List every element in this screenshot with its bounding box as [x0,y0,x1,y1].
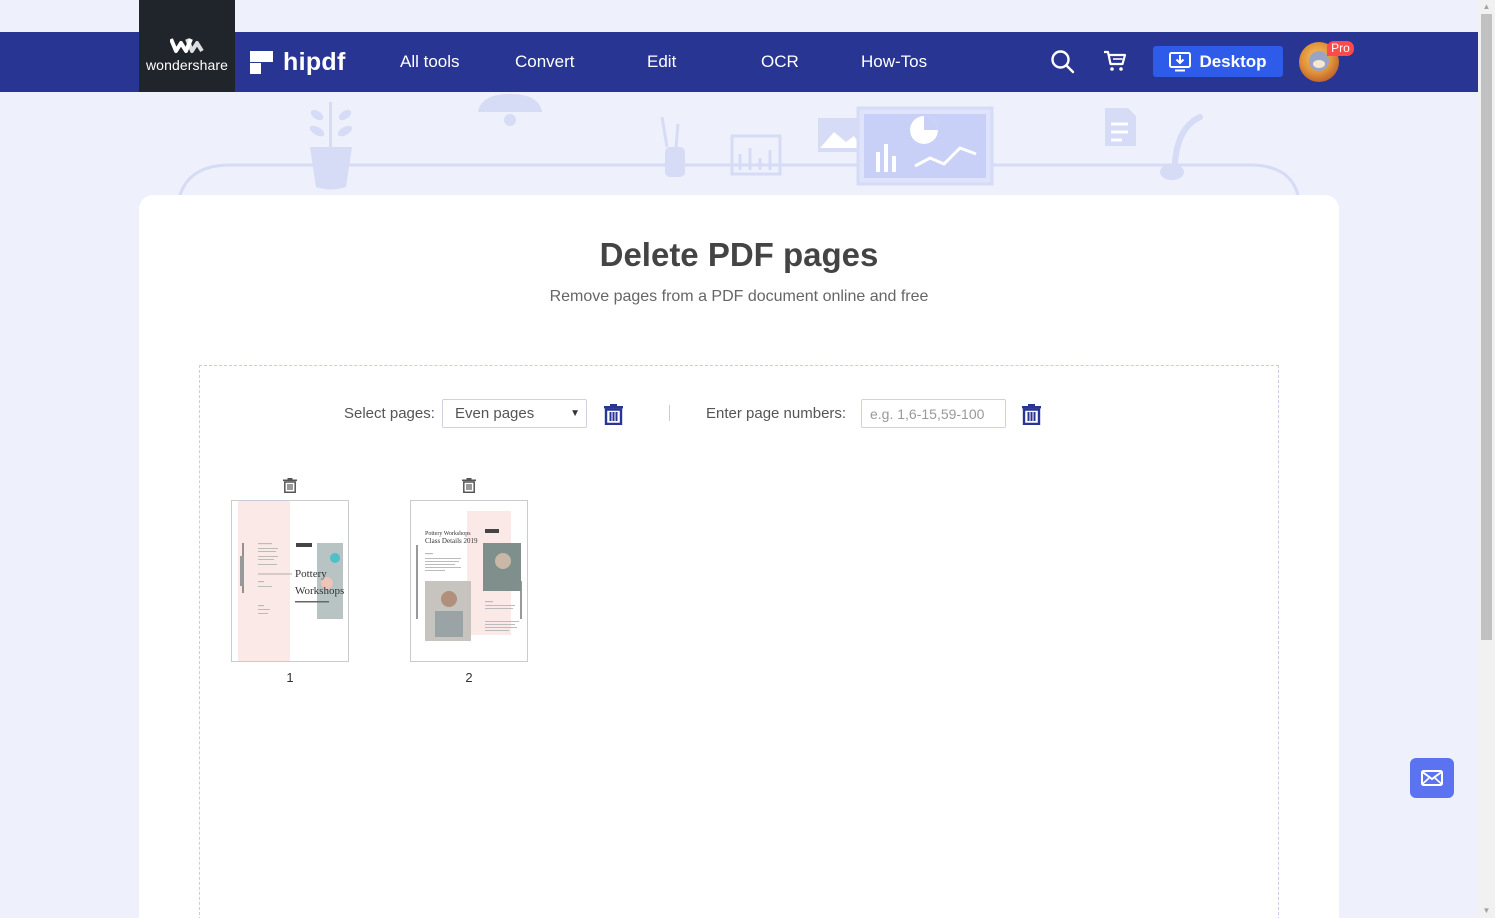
hipdf-logo-icon [250,50,273,74]
pro-badge: Pro [1327,41,1354,56]
nav-all-tools[interactable]: All tools [400,32,460,92]
chart-board-decoration [730,134,782,176]
page-title: Delete PDF pages [599,236,879,273]
search-icon[interactable] [1050,49,1075,74]
select-pages-label: Select pages: [344,405,435,422]
page-1-heading: Pottery [295,568,327,580]
delete-selected-pages-trash-icon[interactable] [604,404,623,425]
quill-decoration [1160,114,1203,180]
wondershare-logo[interactable]: wondershare [139,0,235,92]
scroll-up-arrow-icon[interactable]: ▲ [1481,2,1492,12]
nav-how-tos[interactable]: How-Tos [861,32,927,92]
page-numbers-input[interactable] [861,399,1006,428]
desktop-button-label: Desktop [1199,51,1267,71]
delete-numbered-pages-trash-icon[interactable] [1022,404,1041,425]
plant-decoration [309,102,353,190]
dashboard-decoration [856,106,994,186]
pdf-work-area [199,365,1279,918]
page-2-preview: Pottery Workshops Class Details 2019 [416,511,522,641]
page-thumbnail-2[interactable]: Pottery Workshops Class Details 2019 [410,500,528,662]
nav-convert[interactable]: Convert [515,32,575,92]
company-name: wondershare [145,57,229,73]
cart-icon[interactable] [1103,50,1127,72]
page-number-2: 2 [465,670,473,685]
svg-text:Workshops: Workshops [295,585,344,597]
lamp-decoration [478,94,542,112]
controls-divider [669,405,670,421]
delete-page-1-trash-icon[interactable] [283,478,297,493]
nav-edit[interactable]: Edit [647,32,676,92]
page-1-preview: Pottery Workshops [238,501,344,661]
pen-cup-decoration [660,116,685,177]
scrollbar-thumb[interactable] [1481,14,1492,640]
page-number-1: 1 [286,670,294,685]
download-icon [1169,51,1192,71]
select-pages-dropdown[interactable]: Even pages ▼ [442,399,587,428]
page-subtitle: Remove pages from a PDF document online … [549,288,929,305]
scroll-down-arrow-icon[interactable]: ▼ [1481,906,1492,916]
desktop-download-button[interactable]: Desktop [1153,46,1283,77]
select-pages-value: Even pages [455,405,535,422]
feedback-button[interactable] [1410,758,1454,798]
brand-name: hipdf [283,47,346,76]
page-numbers-label: Enter page numbers: [706,405,847,422]
document-decoration [1105,108,1136,146]
page-thumbnail-1[interactable]: Pottery Workshops [231,500,349,662]
hipdf-logo[interactable]: hipdf [250,32,346,92]
banner-illustration [178,94,1300,196]
mail-icon [1421,770,1443,786]
wondershare-logo-icon [170,38,204,53]
delete-page-2-trash-icon[interactable] [462,478,476,493]
chevron-down-icon: ▼ [570,408,580,419]
nav-ocr[interactable]: OCR [761,32,799,92]
svg-text:Class Details 2019: Class Details 2019 [425,537,478,545]
